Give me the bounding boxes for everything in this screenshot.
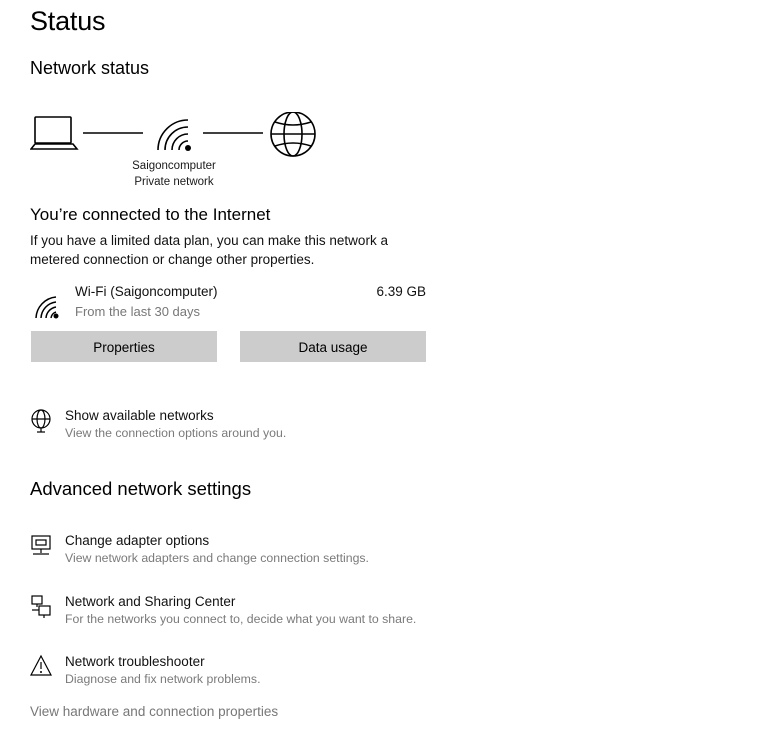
show-networks-label: Show available networks — [65, 408, 214, 423]
connection-title: You’re connected to the Internet — [30, 205, 271, 224]
show-networks-description: View the connection options around you. — [65, 426, 287, 440]
data-usage-button[interactable]: Data usage — [240, 331, 426, 362]
show-available-networks-link[interactable]: Show available networks View the connect… — [30, 408, 530, 448]
wifi-icon — [35, 296, 59, 319]
wifi-icon — [157, 119, 191, 151]
sharing-center-description: For the networks you connect to, decide … — [65, 612, 417, 626]
properties-button[interactable]: Properties — [31, 331, 217, 362]
network-type: Private network — [134, 176, 214, 188]
wifi-name: Wi-Fi (Saigoncomputer) — [75, 284, 218, 299]
change-adapter-options-link[interactable]: Change adapter options View network adap… — [30, 533, 530, 573]
laptop-icon — [30, 116, 79, 150]
network-troubleshooter-link[interactable]: Network troubleshooter Diagnose and fix … — [30, 654, 530, 694]
wifi-data-usage: 6.39 GB — [376, 284, 426, 299]
network-caption: Saigoncomputer Private network — [104, 158, 244, 190]
wifi-period: From the last 30 days — [75, 304, 200, 319]
network-status-heading: Network status — [30, 58, 150, 78]
globe-icon — [270, 112, 316, 157]
page-title: Status — [30, 6, 106, 36]
view-hardware-properties-link[interactable]: View hardware and connection properties — [30, 704, 278, 719]
globe-network-icon — [31, 409, 51, 433]
change-adapter-description: View network adapters and change connect… — [65, 551, 369, 565]
troubleshooter-description: Diagnose and fix network problems. — [65, 672, 261, 686]
connection-description: If you have a limited data plan, you can… — [30, 233, 388, 267]
warning-icon — [30, 654, 52, 676]
adapter-icon — [31, 535, 51, 555]
change-adapter-label: Change adapter options — [65, 533, 210, 548]
wifi-connection-row: Wi-Fi (Saigoncomputer) From the last 30 … — [30, 282, 430, 322]
advanced-settings-heading: Advanced network settings — [30, 478, 252, 499]
sharing-center-label: Network and Sharing Center — [65, 594, 236, 609]
network-sharing-center-link[interactable]: Network and Sharing Center For the netwo… — [30, 594, 530, 634]
network-name: Saigoncomputer — [132, 160, 216, 172]
troubleshooter-label: Network troubleshooter — [65, 654, 205, 669]
sharing-icon — [31, 595, 51, 618]
